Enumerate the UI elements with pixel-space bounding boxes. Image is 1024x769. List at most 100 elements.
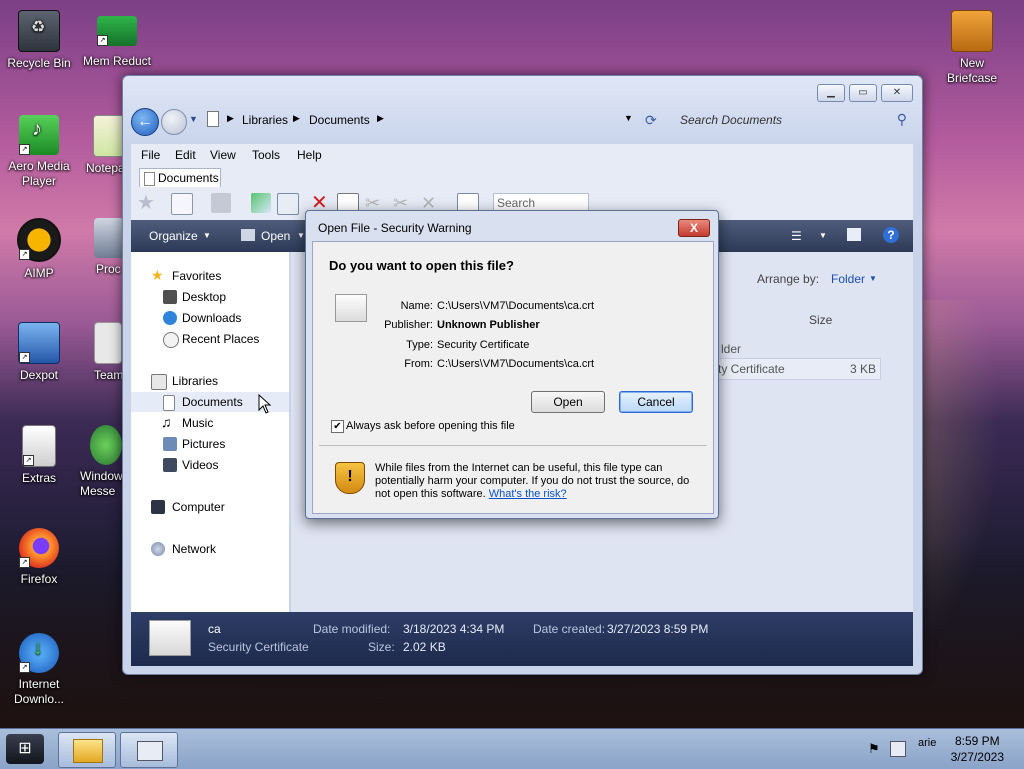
desktop-icon-aero-media-player[interactable]: ♪ ↗ Aero Media Player — [3, 115, 75, 189]
field-value-name: C:\Users\VM7\Documents\ca.crt — [437, 300, 595, 312]
always-ask-label[interactable]: Always ask before opening this file — [346, 420, 515, 432]
nav-computer[interactable]: Computer — [131, 497, 289, 517]
help-icon[interactable]: ? — [883, 227, 899, 243]
nav-network[interactable]: Network — [131, 539, 289, 559]
details-modified-label: Date modified: — [313, 622, 391, 636]
downloads-icon — [163, 311, 177, 325]
shortcut-arrow-icon: ↗ — [23, 455, 34, 466]
breadcrumb-libraries[interactable]: Libraries — [242, 113, 288, 127]
always-ask-checkbox[interactable]: ✔ — [331, 420, 344, 433]
search-input[interactable]: Search Documents ⚲ — [668, 108, 913, 132]
history-icon[interactable] — [171, 193, 193, 215]
desktop-icon-dexpot[interactable]: ↗ Dexpot — [3, 322, 75, 383]
menu-bar: File Edit View Tools Help — [131, 144, 913, 166]
close-window-button[interactable]: ✕ — [881, 84, 913, 102]
nav-downloads[interactable]: Downloads — [131, 308, 289, 328]
minimize-button[interactable]: ▁ — [817, 84, 845, 102]
recent-pages-chevron-icon[interactable]: ▼ — [189, 114, 198, 124]
tab-documents[interactable]: Documents — [139, 168, 221, 187]
computer-icon — [151, 500, 165, 514]
action-center-flag-icon[interactable]: ⚑ — [868, 741, 880, 757]
desktop-icon-recycle-bin[interactable]: ♻ Recycle Bin — [3, 10, 75, 71]
nav-label: Network — [172, 542, 217, 556]
certificate-icon — [149, 620, 191, 656]
dialog-body: Do you want to open this file? Name: C:\… — [312, 241, 714, 514]
warning-message: While files from the Internet can be use… — [375, 462, 701, 501]
notepad-icon — [93, 115, 125, 157]
favorite-star-icon[interactable]: ★ — [137, 193, 157, 213]
column-header-size[interactable]: Size — [809, 313, 832, 327]
dialog-question: Do you want to open this file? — [329, 258, 514, 273]
desktop-icon-aimp[interactable]: ↗ AIMP — [3, 218, 75, 281]
desktop-icon-process-hacker[interactable]: Proc Hack — [88, 218, 124, 277]
field-label-type: Type: — [406, 339, 433, 351]
forward-button[interactable] — [161, 109, 187, 135]
organize-button[interactable]: Organize — [149, 229, 198, 243]
menu-view[interactable]: View — [210, 148, 236, 162]
refresh-icon[interactable]: ⟳ — [645, 112, 657, 129]
desktop-icon-new-briefcase[interactable]: New Briefcase — [936, 10, 1008, 86]
details-created-value: 3/27/2023 8:59 PM — [607, 622, 709, 636]
desktop-icon-internet-download-manager[interactable]: ↓ ↗ Internet Downlo... — [3, 633, 75, 707]
taskbar-window-switcher-button[interactable] — [120, 732, 178, 768]
nav-desktop[interactable]: Desktop — [131, 287, 289, 307]
open-button[interactable]: Open — [261, 229, 290, 243]
pictures-icon — [163, 437, 177, 451]
file-row-ca[interactable]: ty Certificate 3 KB — [711, 358, 881, 380]
menu-file[interactable]: File — [141, 148, 160, 162]
sync-icon[interactable] — [211, 193, 231, 213]
menu-help[interactable]: Help — [297, 148, 322, 162]
search-icon[interactable]: ⚲ — [897, 111, 907, 128]
desktop-icon-windows-messenger[interactable]: Window Messe — [76, 425, 124, 499]
page-icon — [144, 172, 155, 186]
cancel-button[interactable]: Cancel — [619, 391, 693, 413]
file-icon: ↗ — [22, 425, 56, 467]
nav-videos[interactable]: Videos — [131, 455, 289, 475]
nav-favorites[interactable]: ★ Favorites — [131, 266, 289, 286]
menu-edit[interactable]: Edit — [175, 148, 196, 162]
memory-chip-icon: ↗ — [97, 16, 137, 46]
copy-to-icon[interactable] — [277, 193, 299, 215]
desktop-icon-label: Aero Media Player — [8, 159, 70, 188]
recycle-bin-icon: ♻ — [18, 10, 60, 52]
nav-music[interactable]: ♫ Music — [131, 413, 289, 433]
back-button[interactable]: ← — [131, 108, 159, 136]
desktop-icon-team[interactable]: Team — [88, 322, 124, 383]
desktop-icon-firefox[interactable]: ↗ Firefox — [3, 528, 75, 587]
aimp-icon: ↗ — [17, 218, 61, 262]
desktop-icon-label: Dexpot — [19, 368, 59, 382]
whats-the-risk-link[interactable]: What's the risk? — [489, 488, 567, 500]
preview-pane-icon[interactable] — [847, 228, 861, 241]
nav-label: Libraries — [172, 374, 219, 388]
nav-pictures[interactable]: Pictures — [131, 434, 289, 454]
network-tray-icon[interactable] — [890, 741, 906, 757]
start-button[interactable]: ⊞ — [6, 734, 44, 764]
taskbar-explorer-button[interactable] — [58, 732, 116, 768]
arrange-by-dropdown[interactable]: Folder — [831, 272, 865, 286]
nav-libraries[interactable]: Libraries — [131, 371, 289, 391]
dialog-close-button[interactable]: X — [678, 219, 710, 237]
open-button[interactable]: Open — [531, 391, 605, 413]
maximize-button[interactable]: ▭ — [849, 84, 877, 102]
view-dropdown-icon[interactable]: ▼ — [819, 231, 827, 240]
star-icon: ★ — [151, 267, 164, 283]
desktop-icon-notepad[interactable]: Notepa — [81, 115, 125, 176]
desktop-icon-mem-reduct[interactable]: ↗ Mem Reduct — [81, 10, 153, 69]
view-change-icon[interactable]: ☰ — [791, 229, 802, 243]
search-placeholder: Search Documents — [680, 113, 783, 127]
menu-tools[interactable]: Tools — [252, 148, 280, 162]
clock[interactable]: 8:59 PM 3/27/2023 — [951, 733, 1004, 765]
address-dropdown-icon[interactable]: ▼ — [624, 113, 633, 123]
desktop-icon-extras[interactable]: ↗ Extras — [3, 425, 75, 486]
details-modified-value: 3/18/2023 4:34 PM — [403, 622, 505, 636]
breadcrumb-documents[interactable]: Documents — [309, 113, 370, 127]
tab-label: Documents — [158, 171, 219, 185]
address-bar[interactable]: ▶ Libraries ▶ Documents ▶ ▼ — [199, 108, 639, 132]
tab-strip: Documents — [131, 166, 913, 188]
nav-label: Downloads — [182, 311, 242, 325]
taskbar: ⊞ ⚑ arie 8:59 PM 3/27/2023 — [0, 728, 1024, 769]
move-to-icon[interactable] — [251, 193, 271, 213]
file-size-cell: 3 KB — [849, 362, 876, 376]
nav-recent-places[interactable]: Recent Places — [131, 329, 289, 349]
details-file-name: ca — [208, 622, 221, 636]
